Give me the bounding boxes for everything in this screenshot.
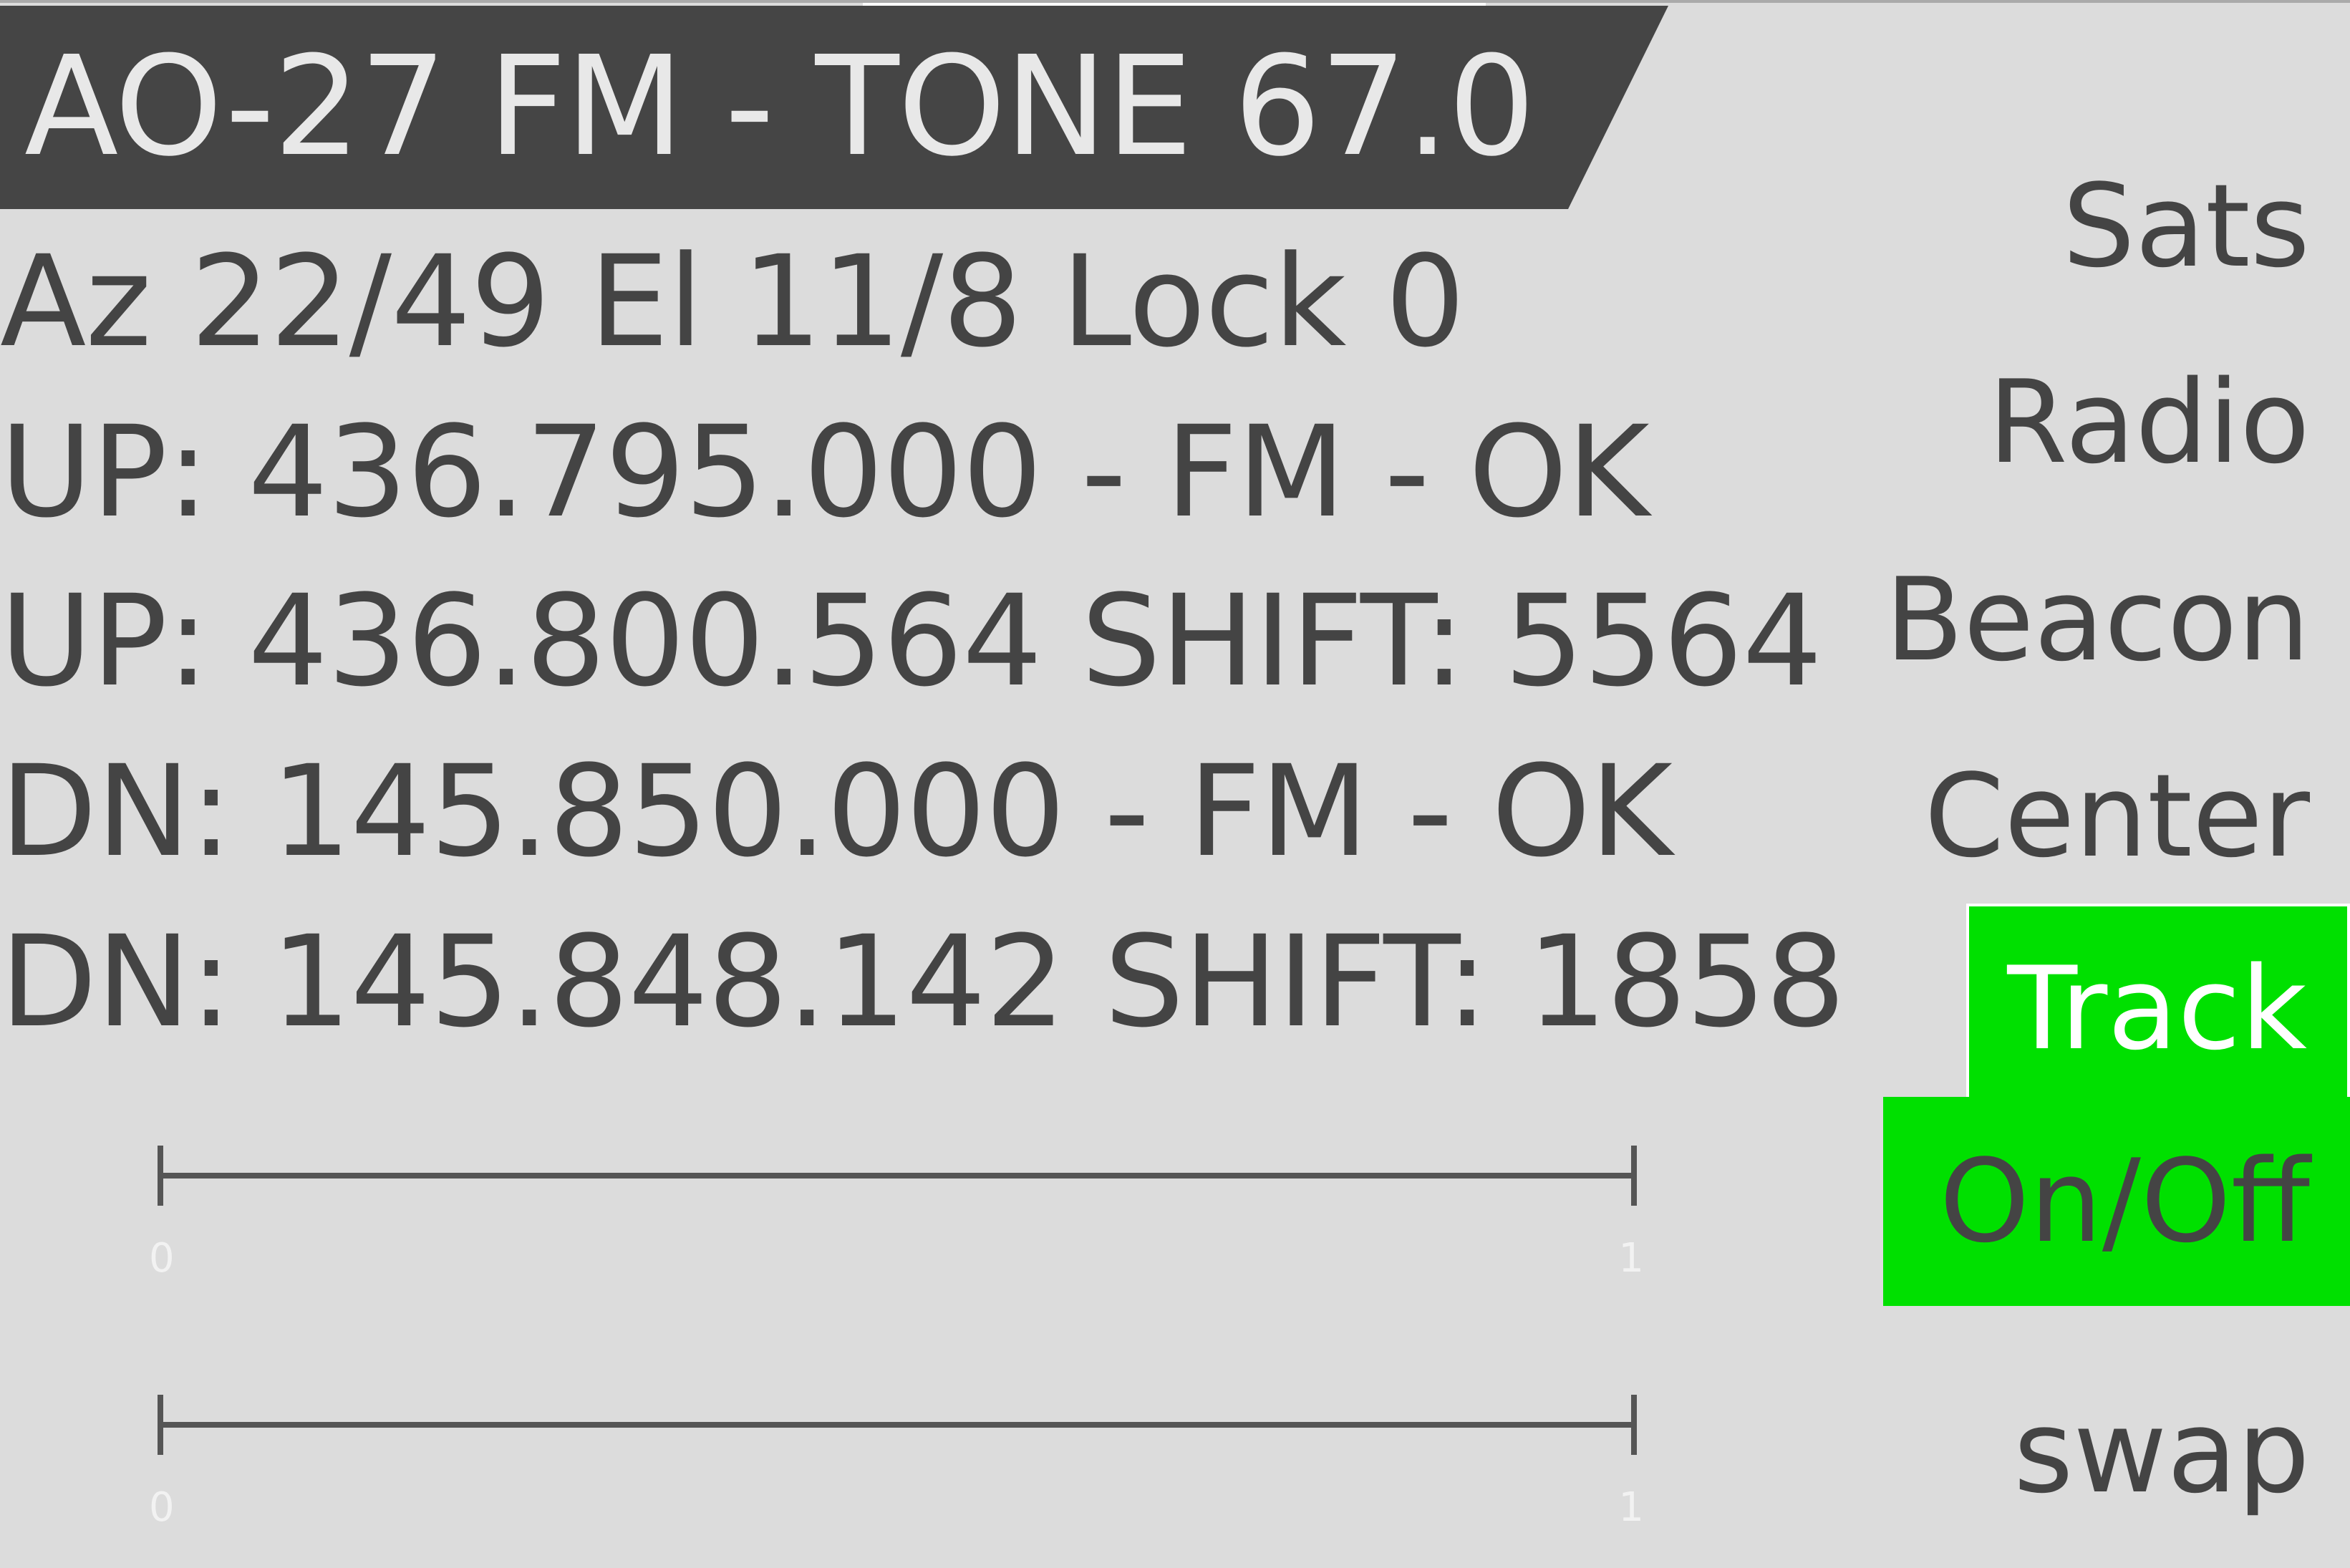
slider-max-label: 1 xyxy=(1618,1235,1644,1282)
beacon-button[interactable]: Beacon xyxy=(1885,548,2310,692)
uplink-slider[interactable]: 0 1 xyxy=(149,1117,1644,1280)
track-button[interactable]: Track xyxy=(1966,904,2350,1108)
downlink-nominal: DN: 145.850.000 - FM - OK xyxy=(0,738,1673,885)
sats-button[interactable]: Sats xyxy=(2062,155,2310,298)
onoff-button[interactable]: On/Off xyxy=(1883,1097,2350,1306)
slider-min-label: 0 xyxy=(149,1484,175,1531)
slider-track[interactable] xyxy=(160,1422,1634,1428)
radio-button[interactable]: Radio xyxy=(1988,351,2310,494)
slider-max-label: 1 xyxy=(1618,1484,1644,1531)
swap-button[interactable]: swap xyxy=(2013,1380,2310,1524)
app-screen: AO-27 FM - TONE 67.0 Az 22/49 El 11/8 Lo… xyxy=(0,0,2350,1568)
slider-right-cap xyxy=(1631,1146,1637,1206)
uplink-nominal: UP: 436.795.000 - FM - OK xyxy=(0,399,1650,546)
downlink-shifted: DN: 145.848.142 SHIFT: 1858 xyxy=(0,909,1845,1055)
downlink-slider[interactable]: 0 1 xyxy=(149,1366,1644,1529)
satellite-title: AO-27 FM - TONE 67.0 xyxy=(24,27,1535,187)
uplink-shifted: UP: 436.800.564 SHIFT: 5564 xyxy=(0,568,1822,715)
slider-right-cap xyxy=(1631,1395,1637,1455)
slider-min-label: 0 xyxy=(149,1235,175,1282)
slider-track[interactable] xyxy=(160,1173,1634,1179)
az-el-status: Az 22/49 El 11/8 Lock 0 xyxy=(0,228,1465,375)
title-bar: AO-27 FM - TONE 67.0 xyxy=(0,6,1668,209)
center-button[interactable]: Center xyxy=(1924,745,2310,888)
